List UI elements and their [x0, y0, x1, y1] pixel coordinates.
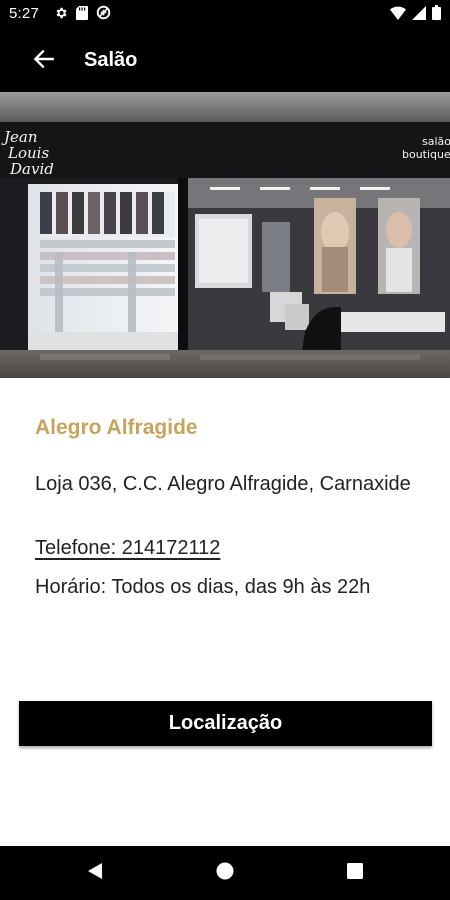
recents-square-icon: [347, 862, 363, 884]
brand-sign-line-3: David: [9, 160, 54, 178]
phone-link[interactable]: Telefone: 214172112: [35, 537, 220, 560]
nav-home-button[interactable]: [210, 858, 240, 888]
opening-hours: Horário: Todos os dias, das 9h às 22h: [35, 576, 371, 598]
data-saver-icon: [96, 5, 111, 25]
page-title: Salão: [84, 49, 138, 71]
boutique-sign-line-2: boutique: [402, 148, 450, 161]
location-button[interactable]: Localização: [19, 701, 432, 746]
sd-card-icon: [76, 5, 88, 25]
back-triangle-icon: [86, 862, 104, 885]
status-icons-right: [390, 5, 441, 25]
arrow-left-icon: [31, 46, 57, 77]
home-circle-icon: [216, 862, 234, 885]
app-bar: Salão: [0, 29, 450, 92]
boutique-sign-line-1: salão: [422, 135, 450, 148]
status-bar: 5:27: [0, 0, 450, 29]
nav-back-button[interactable]: [80, 858, 110, 888]
store-name: Alegro Alfragide: [35, 416, 198, 439]
settings-icon: [54, 6, 68, 25]
salon-photo: Jean Louis David salão boutique: [0, 92, 450, 378]
status-time: 5:27: [9, 5, 39, 22]
battery-icon: [432, 5, 441, 25]
nav-recents-button[interactable]: [340, 858, 370, 888]
back-button[interactable]: [22, 39, 66, 83]
status-icons-left: [54, 5, 111, 25]
store-address: Loja 036, C.C. Alegro Alfragide, Carnaxi…: [35, 473, 411, 495]
wifi-icon: [390, 6, 406, 25]
system-nav-bar: [0, 846, 450, 900]
signal-icon: [412, 5, 426, 25]
